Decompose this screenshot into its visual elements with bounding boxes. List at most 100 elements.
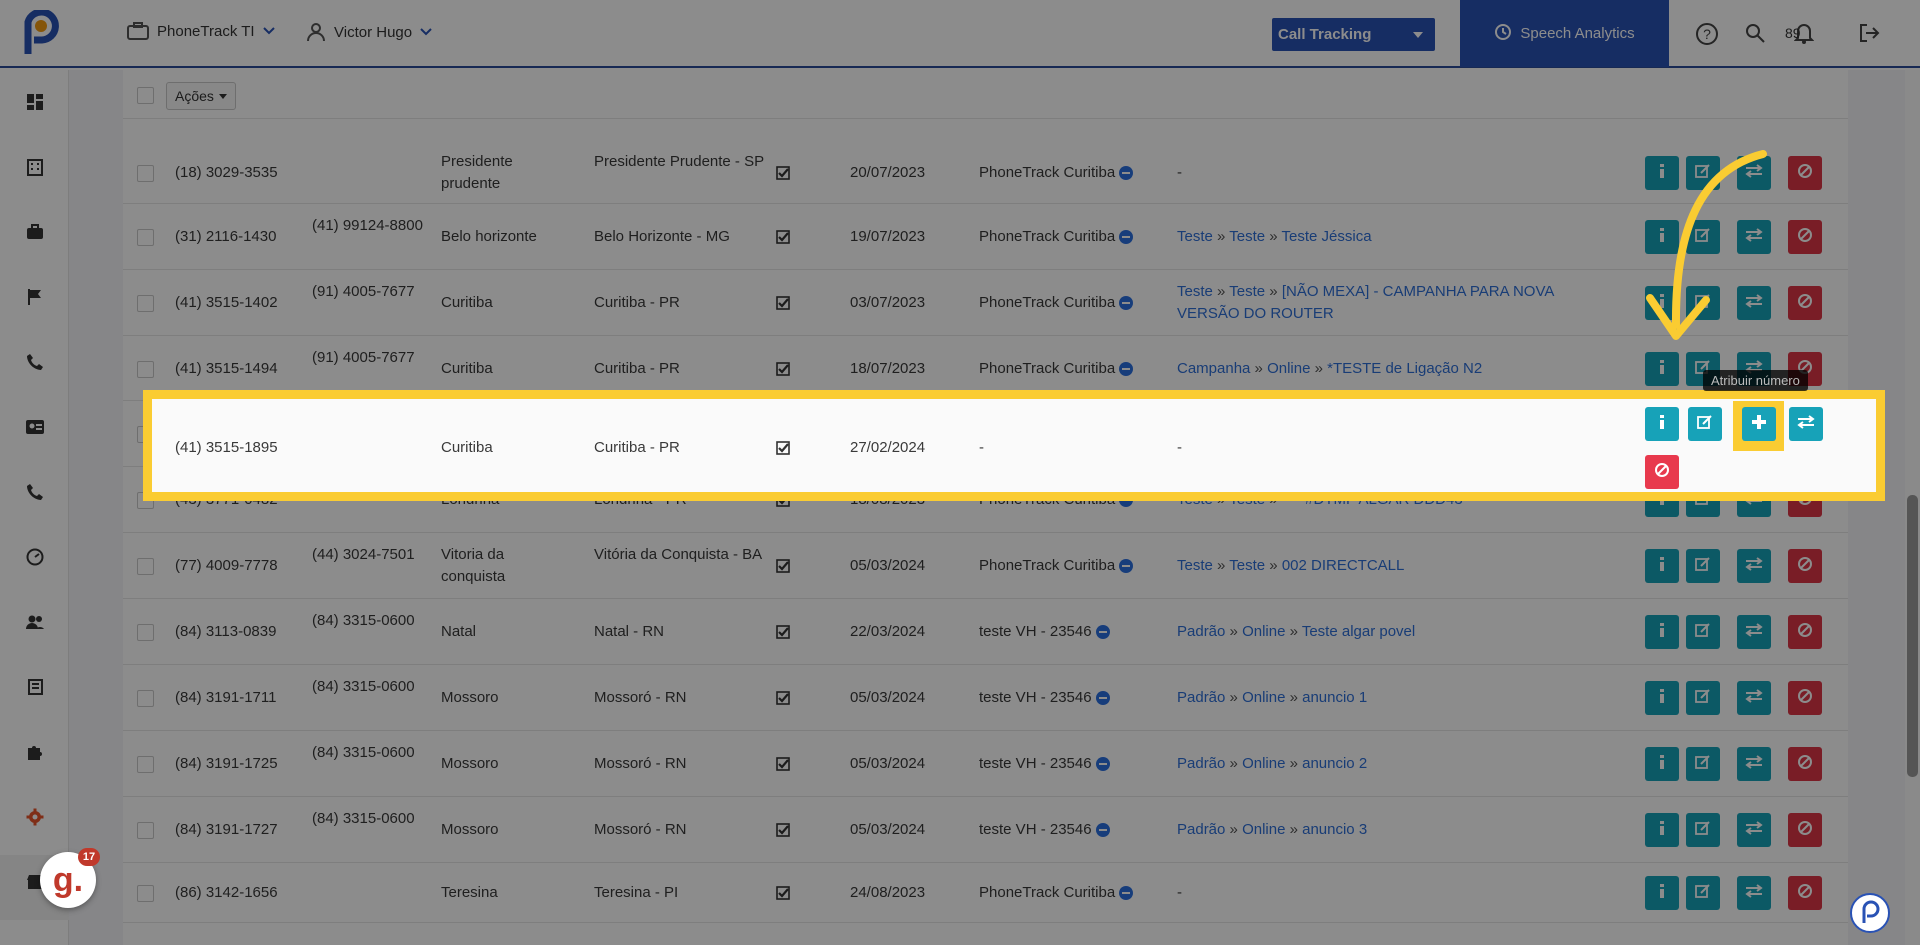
- remove-account-icon[interactable]: [1119, 886, 1134, 900]
- campaign-link[interactable]: Online: [1242, 821, 1285, 838]
- app-logo[interactable]: [20, 8, 60, 58]
- edit-button[interactable]: [1686, 615, 1720, 649]
- swap-button[interactable]: [1737, 747, 1771, 781]
- campaign-link[interactable]: Online: [1242, 689, 1285, 706]
- row-checkbox[interactable]: [137, 756, 154, 773]
- info-button[interactable]: [1645, 352, 1679, 386]
- block-button[interactable]: [1788, 813, 1822, 847]
- remove-account-icon[interactable]: [1119, 230, 1134, 244]
- block-button[interactable]: [1788, 220, 1822, 254]
- user-dropdown[interactable]: Victor Hugo: [306, 22, 432, 42]
- block-button[interactable]: [1788, 156, 1822, 190]
- row-checkbox[interactable]: [137, 822, 154, 839]
- remove-account-icon[interactable]: [1095, 625, 1110, 639]
- remove-account-icon[interactable]: [1119, 362, 1134, 376]
- row-checkbox[interactable]: [137, 295, 154, 312]
- company-dropdown[interactable]: PhoneTrack TI: [127, 22, 275, 40]
- remove-account-icon[interactable]: [1119, 296, 1134, 310]
- row-checkbox[interactable]: [137, 885, 154, 902]
- block-button[interactable]: [1788, 615, 1822, 649]
- info-button[interactable]: [1645, 876, 1679, 910]
- building-icon[interactable]: [24, 156, 46, 178]
- info-button[interactable]: [1645, 615, 1679, 649]
- search-icon[interactable]: [1744, 22, 1766, 49]
- speech-analytics-tab[interactable]: Speech Analytics: [1460, 0, 1669, 67]
- campaign-link[interactable]: Teste algar povel: [1302, 623, 1415, 640]
- campaign-link[interactable]: anuncio 3: [1302, 821, 1367, 838]
- edit-button[interactable]: [1686, 681, 1720, 715]
- campaign-link[interactable]: Padrão: [1177, 623, 1225, 640]
- edit-button[interactable]: [1686, 747, 1720, 781]
- info-button[interactable]: [1645, 407, 1679, 441]
- campaign-link[interactable]: Padrão: [1177, 755, 1225, 772]
- campaign-link[interactable]: Teste: [1229, 557, 1265, 574]
- campaign-link[interactable]: Teste: [1229, 228, 1265, 245]
- remove-account-icon[interactable]: [1095, 691, 1110, 705]
- row-checkbox[interactable]: [137, 165, 154, 182]
- campaign-link[interactable]: Campanha: [1177, 360, 1250, 377]
- swap-button[interactable]: [1737, 549, 1771, 583]
- remove-account-icon[interactable]: [1119, 166, 1134, 180]
- campaign-link[interactable]: Teste: [1177, 283, 1213, 300]
- briefcase-icon[interactable]: [24, 221, 46, 243]
- users-icon[interactable]: [24, 611, 46, 633]
- phone-icon[interactable]: [24, 481, 46, 503]
- campaign-link[interactable]: Padrão: [1177, 689, 1225, 706]
- campaign-link[interactable]: anuncio 2: [1302, 755, 1367, 772]
- campaign-link[interactable]: Padrão: [1177, 821, 1225, 838]
- block-button[interactable]: [1788, 286, 1822, 320]
- edit-button[interactable]: [1686, 549, 1720, 583]
- block-button[interactable]: [1788, 549, 1822, 583]
- row-checkbox[interactable]: [137, 558, 154, 575]
- campaign-link[interactable]: anuncio 1: [1302, 689, 1367, 706]
- flag-icon[interactable]: [24, 286, 46, 308]
- speedometer-icon[interactable]: [24, 546, 46, 568]
- edit-button[interactable]: [1686, 876, 1720, 910]
- row-checkbox[interactable]: [137, 361, 154, 378]
- edit-button[interactable]: [1686, 813, 1720, 847]
- block-button[interactable]: [1788, 681, 1822, 715]
- logout-icon[interactable]: [1858, 22, 1880, 49]
- actions-dropdown[interactable]: Ações: [166, 82, 236, 110]
- swap-button[interactable]: [1737, 681, 1771, 715]
- campaign-link[interactable]: Online: [1242, 755, 1285, 772]
- row-checkbox[interactable]: [137, 229, 154, 246]
- scrollbar-thumb[interactable]: [1907, 495, 1918, 777]
- info-button[interactable]: [1645, 813, 1679, 847]
- dashboard-icon[interactable]: [24, 91, 46, 113]
- swap-button[interactable]: [1737, 876, 1771, 910]
- edit-button[interactable]: [1688, 407, 1722, 441]
- puzzle-icon[interactable]: [24, 741, 46, 763]
- swap-button[interactable]: [1737, 615, 1771, 649]
- campaign-link[interactable]: Teste Jéssica: [1282, 228, 1372, 245]
- info-button[interactable]: [1645, 549, 1679, 583]
- block-button[interactable]: [1788, 876, 1822, 910]
- row-checkbox[interactable]: [137, 624, 154, 641]
- campaign-link[interactable]: 002 DIRECTCALL: [1282, 557, 1405, 574]
- help-icon[interactable]: ?: [1695, 22, 1719, 51]
- assign-number-button[interactable]: [1742, 407, 1776, 441]
- phone-icon[interactable]: [24, 351, 46, 373]
- campaign-link[interactable]: Teste: [1177, 228, 1213, 245]
- info-button[interactable]: [1645, 681, 1679, 715]
- campaign-link[interactable]: Teste: [1229, 283, 1265, 300]
- block-button[interactable]: [1788, 747, 1822, 781]
- row-checkbox[interactable]: [137, 690, 154, 707]
- campaign-link[interactable]: Online: [1267, 360, 1310, 377]
- chat-help-icon[interactable]: [1850, 893, 1890, 933]
- swap-button[interactable]: [1789, 407, 1823, 441]
- remove-account-icon[interactable]: [1119, 559, 1134, 573]
- select-all-checkbox[interactable]: [137, 87, 154, 104]
- block-button[interactable]: [1645, 455, 1679, 489]
- campaign-link[interactable]: Online: [1242, 623, 1285, 640]
- campaign-link[interactable]: Teste: [1177, 557, 1213, 574]
- product-select[interactable]: Call Tracking: [1272, 18, 1435, 51]
- gear-icon[interactable]: [24, 806, 46, 828]
- swap-button[interactable]: [1737, 813, 1771, 847]
- remove-account-icon[interactable]: [1095, 757, 1110, 771]
- contact-card-icon[interactable]: [24, 416, 46, 438]
- info-button[interactable]: [1645, 747, 1679, 781]
- remove-account-icon[interactable]: [1095, 823, 1110, 837]
- book-icon[interactable]: [24, 676, 46, 698]
- campaign-link[interactable]: *TESTE de Ligação N2: [1327, 360, 1482, 377]
